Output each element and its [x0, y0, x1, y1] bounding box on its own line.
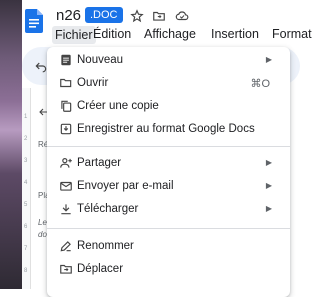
move-icon — [60, 264, 72, 274]
undo-icon[interactable] — [34, 59, 48, 73]
menu-edition[interactable]: Édition — [93, 27, 131, 41]
menu-item-partager[interactable]: Partager ▶ — [47, 153, 290, 175]
menu-fichier[interactable]: Fichier — [52, 26, 96, 44]
menu-separator — [47, 228, 290, 229]
menu-item-creer-copie[interactable]: Créer une copie — [47, 96, 290, 118]
file-menu-dropdown: Nouveau ▶ Ouvrir ⌘O Créer une copie Enre… — [47, 47, 290, 297]
email-icon — [60, 181, 72, 191]
svg-text:3: 3 — [24, 158, 28, 164]
menu-format[interactable]: Format — [272, 27, 312, 41]
google-docs-icon — [25, 9, 43, 33]
outline-text-1: Le — [38, 218, 47, 227]
menu-item-telecharger[interactable]: Télécharger ▶ — [47, 199, 290, 221]
svg-text:6: 6 — [24, 224, 28, 230]
menu-separator — [47, 146, 290, 147]
submenu-arrow-icon: ▶ — [265, 55, 272, 64]
submenu-arrow-icon: ▶ — [265, 204, 272, 213]
save-icon — [60, 123, 72, 135]
download-icon — [61, 204, 71, 215]
move-to-folder-icon[interactable] — [152, 9, 166, 23]
star-icon[interactable] — [130, 9, 144, 23]
document-title[interactable]: n26 — [56, 7, 81, 24]
svg-text:4: 4 — [24, 180, 28, 186]
menu-insertion[interactable]: Insertion — [211, 27, 259, 41]
menu-item-deplacer[interactable]: Déplacer — [47, 259, 290, 281]
menu-item-ouvrir[interactable]: Ouvrir ⌘O — [47, 73, 290, 95]
folder-open-icon — [60, 78, 72, 88]
copy-icon — [61, 100, 72, 112]
svg-text:7: 7 — [24, 246, 28, 252]
submenu-arrow-icon: ▶ — [265, 158, 272, 167]
shortcut-text: ⌘O — [250, 78, 270, 90]
background-wallpaper — [0, 0, 22, 289]
file-extension-badge: .DOC — [85, 7, 123, 23]
menu-item-envoyer-email[interactable]: Envoyer par e-mail ▶ — [47, 176, 290, 198]
cloud-status-icon[interactable] — [174, 9, 190, 23]
outline-text-2: do — [38, 230, 47, 239]
svg-text:8: 8 — [24, 268, 28, 274]
rename-icon — [60, 241, 71, 252]
menu-item-enregistrer-google-docs[interactable]: Enregistrer au format Google Docs — [47, 119, 290, 141]
svg-text:1: 1 — [24, 114, 28, 120]
svg-text:2: 2 — [24, 136, 28, 142]
person-add-icon — [60, 158, 72, 168]
menu-item-nouveau[interactable]: Nouveau ▶ — [47, 50, 290, 72]
document-icon — [61, 54, 71, 66]
vertical-ruler: 1 2 3 4 5 6 7 8 — [24, 114, 28, 274]
submenu-arrow-icon: ▶ — [265, 181, 272, 190]
menu-item-renommer[interactable]: Renommer — [47, 236, 290, 258]
svg-text:5: 5 — [24, 202, 28, 208]
menu-affichage[interactable]: Affichage — [144, 27, 196, 41]
